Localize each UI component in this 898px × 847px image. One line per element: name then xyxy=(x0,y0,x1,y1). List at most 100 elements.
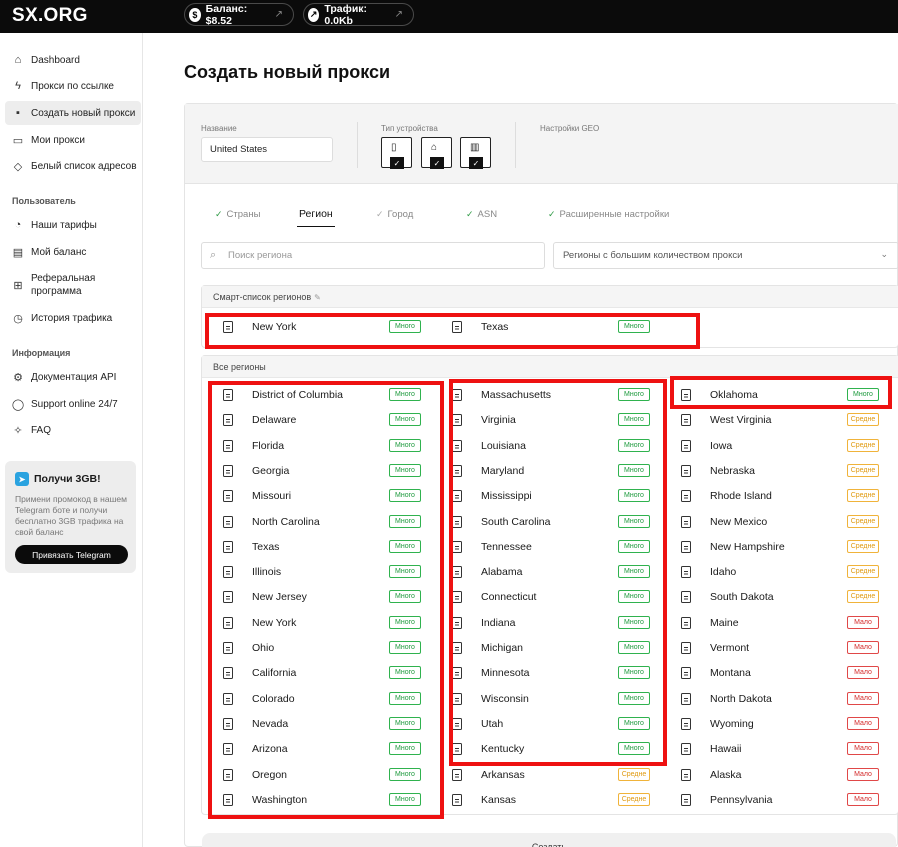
region-item[interactable]: Mississippi Много xyxy=(441,487,651,507)
region-item[interactable]: Maryland Много xyxy=(441,462,651,482)
tab-region[interactable]: Регион xyxy=(297,201,335,227)
region-name: Virginia xyxy=(481,414,516,427)
region-item[interactable]: Wisconsin Много xyxy=(441,690,651,710)
region-item[interactable]: Wyoming Мало xyxy=(670,715,880,735)
region-item[interactable]: Illinois Много xyxy=(212,563,422,583)
availability-badge: Много xyxy=(389,792,421,806)
region-item[interactable]: Kentucky Много xyxy=(441,740,651,760)
device-home-toggle[interactable]: ⌂ ✓ xyxy=(421,137,452,169)
region-item[interactable]: California Много xyxy=(212,664,422,684)
region-item[interactable]: District of Columbia Много xyxy=(212,386,422,406)
region-item[interactable]: New Hampshire Средне xyxy=(670,538,880,558)
sidebar-item-traffic-history[interactable]: ◷ История трафика xyxy=(5,306,141,330)
logo[interactable]: SX.ORG xyxy=(12,5,88,27)
region-item[interactable]: Indiana Много xyxy=(441,614,651,634)
sidebar-item-api-docs[interactable]: ⚙ Документация API xyxy=(5,365,141,389)
region-item[interactable]: Idaho Средне xyxy=(670,563,880,583)
availability-badge: Много xyxy=(389,514,421,528)
availability-badge: Много xyxy=(389,565,421,579)
region-name: Oklahoma xyxy=(710,389,758,401)
device-mobile-toggle[interactable]: ▯ ✓ xyxy=(381,137,412,169)
region-item[interactable]: Connecticut Много xyxy=(441,588,651,608)
region-item[interactable]: Oregon Много xyxy=(212,766,422,786)
sidebar-item-dashboard[interactable]: ⌂ Dashboard xyxy=(5,48,141,72)
region-item[interactable]: Vermont Мало xyxy=(670,639,880,659)
region-item[interactable]: Kansas Средне xyxy=(441,791,651,811)
document-icon xyxy=(681,414,691,427)
region-item[interactable]: Hawaii Мало xyxy=(670,740,880,760)
region-item[interactable]: South Carolina Много xyxy=(441,513,651,533)
region-item[interactable]: Virginia Много xyxy=(441,411,651,431)
sidebar-item-tariffs[interactable]: ◔ Наши тарифы xyxy=(5,213,141,237)
region-item[interactable]: Alaska Мало xyxy=(670,766,880,786)
document-icon xyxy=(223,566,233,579)
search-placeholder: Поиск региона xyxy=(228,250,293,261)
region-item[interactable]: Rhode Island Средне xyxy=(670,487,880,507)
region-item[interactable]: Pennsylvania Мало xyxy=(670,791,880,811)
sidebar-item-whitelist[interactable]: ◇ Белый список адресов xyxy=(5,154,141,178)
region-item[interactable]: Michigan Много xyxy=(441,639,651,659)
document-icon xyxy=(681,439,691,452)
region-item[interactable]: Oklahoma Много xyxy=(670,386,880,406)
region-item[interactable]: North Carolina Много xyxy=(212,513,422,533)
name-input[interactable]: United States xyxy=(201,137,333,162)
region-item[interactable]: Iowa Средне xyxy=(670,437,880,457)
document-icon xyxy=(223,490,233,503)
region-item[interactable]: Arizona Много xyxy=(212,740,422,760)
region-item[interactable]: New York Много xyxy=(212,318,422,338)
traffic-pill[interactable]: ↗ Трафик: 0.0Kb ↗ xyxy=(303,3,414,27)
sidebar-item-faq[interactable]: ✧ FAQ xyxy=(5,418,141,442)
region-item[interactable]: Texas Много xyxy=(212,538,422,558)
region-item[interactable]: South Dakota Средне xyxy=(670,588,880,608)
region-item[interactable]: Montana Мало xyxy=(670,664,880,684)
region-item[interactable]: Minnesota Много xyxy=(441,664,651,684)
region-item[interactable]: Louisiana Много xyxy=(441,437,651,457)
region-item[interactable]: New Mexico Средне xyxy=(670,513,880,533)
create-button[interactable]: Создать xyxy=(202,833,896,847)
region-item[interactable]: Colorado Много xyxy=(212,690,422,710)
region-item[interactable]: New Jersey Много xyxy=(212,588,422,608)
availability-badge: Средне xyxy=(847,438,879,452)
region-item[interactable]: West Virginia Средне xyxy=(670,411,880,431)
tab-asn[interactable]: ✓ ASN xyxy=(466,201,497,227)
availability-badge: Много xyxy=(389,641,421,654)
sidebar-item-referral[interactable]: ⊞ Реферальная программа xyxy=(5,270,141,300)
region-item[interactable]: Utah Много xyxy=(441,715,651,735)
region-item[interactable]: Georgia Много xyxy=(212,462,422,482)
availability-badge: Мало xyxy=(847,615,879,629)
sidebar-item-proxy-link[interactable]: ϟ Прокси по ссылке xyxy=(5,74,141,98)
region-name: Arizona xyxy=(252,743,288,756)
sidebar-item-balance[interactable]: ▤ Мой баланс xyxy=(5,240,141,264)
tab-advanced[interactable]: ✓ Расширенные настройки xyxy=(548,201,669,227)
region-item[interactable]: Nevada Много xyxy=(212,715,422,735)
document-icon xyxy=(452,616,462,629)
device-type-label: Тип устройства xyxy=(381,124,438,133)
region-item[interactable]: Ohio Много xyxy=(212,639,422,659)
region-item[interactable]: Arkansas Средне xyxy=(441,766,651,786)
balance-pill[interactable]: $ Баланс: $8.52 ↗ xyxy=(184,3,294,27)
sidebar-item-support[interactable]: ◯ Support online 24/7 xyxy=(5,392,141,416)
region-item[interactable]: Alabama Много xyxy=(441,563,651,583)
document-icon xyxy=(223,616,233,629)
sidebar-item-my-proxies[interactable]: ▭ Мои прокси xyxy=(5,128,141,152)
region-item[interactable]: Nebraska Средне xyxy=(670,462,880,482)
region-item[interactable]: Tennessee Много xyxy=(441,538,651,558)
tab-city[interactable]: ✓ Город xyxy=(376,201,413,227)
region-item[interactable]: Texas Много xyxy=(441,318,651,338)
region-item[interactable]: New York Много xyxy=(212,614,422,634)
region-item[interactable]: Washington Много xyxy=(212,791,422,811)
region-item[interactable]: Maine Мало xyxy=(670,614,880,634)
region-item[interactable]: North Dakota Мало xyxy=(670,690,880,710)
tab-countries[interactable]: ✓ Страны xyxy=(215,201,260,227)
region-filter-select[interactable]: Регионы с большим количеством прокси ⌄ xyxy=(553,242,898,269)
region-search-input[interactable]: ⌕ Поиск региона xyxy=(201,242,545,269)
availability-badge: Мало xyxy=(847,767,879,781)
sidebar-item-create-proxy[interactable]: ▪ Создать новый прокси xyxy=(5,101,141,125)
pencil-icon[interactable]: ✎ xyxy=(314,293,321,302)
region-item[interactable]: Missouri Много xyxy=(212,487,422,507)
region-item[interactable]: Florida Много xyxy=(212,437,422,457)
region-item[interactable]: Delaware Много xyxy=(212,411,422,431)
device-office-toggle[interactable]: ▥ ✓ xyxy=(460,137,491,169)
region-item[interactable]: Massachusetts Много xyxy=(441,386,651,406)
link-telegram-button[interactable]: Привязать Telegram xyxy=(15,545,128,564)
